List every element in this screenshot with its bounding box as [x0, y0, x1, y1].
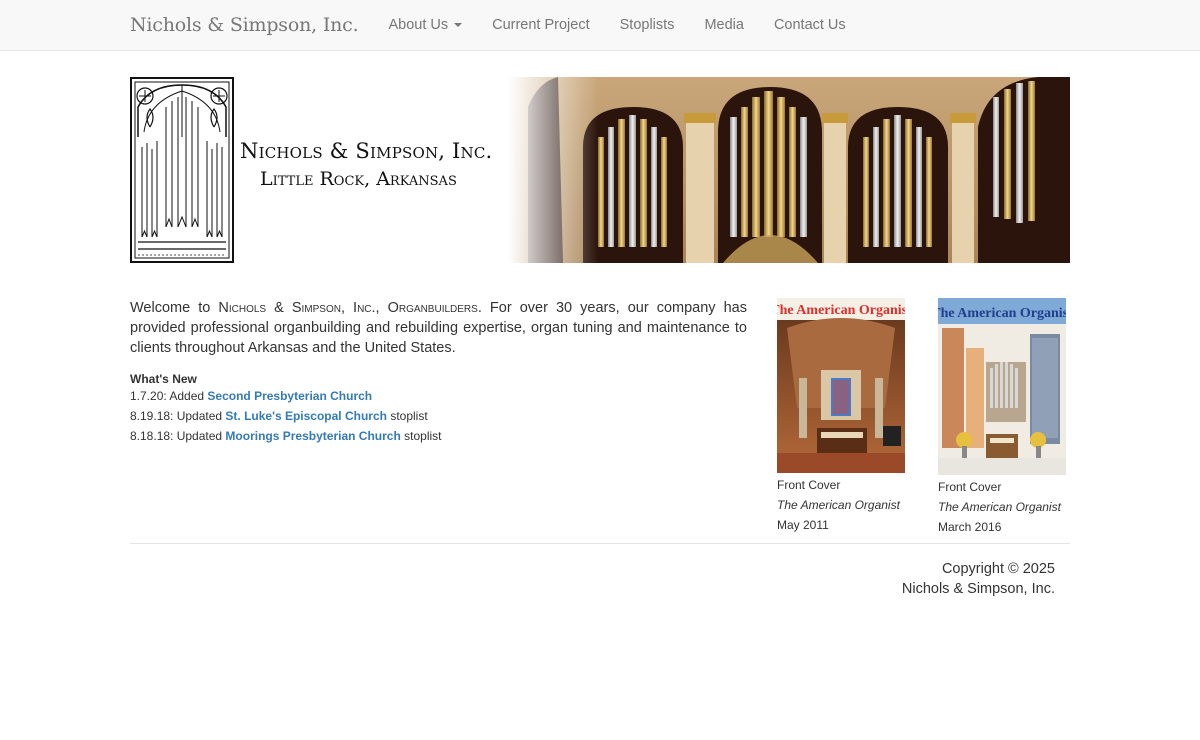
- navbar: Nichols & Simpson, Inc. About Us Current…: [0, 0, 1200, 51]
- organ-photo-icon: [508, 77, 1070, 263]
- footer-copyright: Copyright © 2025: [941, 561, 1055, 577]
- cover-march-2016: The American Organist Front Cover The Am…: [938, 298, 1066, 537]
- organ-logo-icon: [130, 77, 234, 263]
- nav-current-project[interactable]: Current Project: [477, 0, 605, 50]
- news-item: 8.18.18: Updated Moorings Presbyterian C…: [130, 426, 747, 446]
- cover-title-art: The American Organist: [938, 306, 1066, 321]
- news-item-prefix: 8.19.18: Updated: [130, 409, 226, 423]
- banner-company-name: Nichols & Simpson, Inc.: [240, 139, 493, 163]
- news-item-suffix: stoplist: [386, 409, 428, 423]
- banner-location: Little Rock, Arkansas: [260, 168, 457, 190]
- caret-down-icon: [454, 23, 463, 27]
- cover-caption-date: March 2016: [938, 520, 1002, 534]
- welcome-text: Welcome to Nichols & Simpson, Inc., Orga…: [130, 298, 747, 358]
- brand-link[interactable]: Nichols & Simpson, Inc.: [130, 14, 359, 36]
- news-item: 1.7.20: Added Second Presbyterian Church: [130, 386, 747, 406]
- cover-caption-line1: Front Cover: [777, 478, 841, 492]
- cover-caption: Front Cover The American Organist March …: [938, 477, 1066, 537]
- cover-caption-magazine: The American Organist: [938, 500, 1061, 514]
- cover-caption-line1: Front Cover: [938, 480, 1002, 494]
- header-banner: Nichols & Simpson, Inc. Little Rock, Ark…: [130, 77, 1070, 263]
- cover-caption-date: May 2011: [777, 518, 829, 532]
- footer-company: Nichols & Simpson, Inc.: [901, 581, 1055, 597]
- news-link-st-lukes[interactable]: St. Luke's Episcopal Church: [225, 409, 387, 423]
- welcome-company: Nichols & Simpson, Inc., Organbuilders: [218, 300, 478, 316]
- cover-may-2011: The American Organist Front Cover The Am…: [777, 298, 905, 535]
- banner-organ-photo: [508, 77, 1070, 263]
- footer-divider: [130, 543, 1070, 544]
- banner-logo: Nichols & Simpson, Inc. Little Rock, Ark…: [130, 77, 508, 263]
- whats-new-heading: What's New: [130, 372, 197, 386]
- news-link-second-presbyterian[interactable]: Second Presbyterian Church: [207, 389, 372, 403]
- nav-container: Nichols & Simpson, Inc. About Us Current…: [130, 0, 861, 50]
- news-link-moorings[interactable]: Moorings Presbyterian Church: [225, 429, 400, 443]
- nav-about-us-label: About Us: [388, 17, 449, 33]
- footer: Copyright © 2025 Nichols & Simpson, Inc.: [902, 559, 1055, 599]
- cover-caption: Front Cover The American Organist May 20…: [777, 475, 905, 535]
- news-item-prefix: 1.7.20: Added: [130, 389, 208, 403]
- nav-media[interactable]: Media: [689, 0, 759, 50]
- news-item: 8.19.18: Updated St. Luke's Episcopal Ch…: [130, 406, 747, 426]
- nav-stoplists[interactable]: Stoplists: [605, 0, 690, 50]
- main-content: Welcome to Nichols & Simpson, Inc., Orga…: [130, 298, 747, 446]
- nav-about-us[interactable]: About Us: [373, 0, 477, 50]
- news-item-suffix: stoplist: [400, 429, 442, 443]
- nav-contact-us[interactable]: Contact Us: [759, 0, 861, 50]
- cover-image-march-2016[interactable]: The American Organist: [938, 298, 1066, 475]
- welcome-prefix: Welcome to: [130, 300, 219, 316]
- news-item-prefix: 8.18.18: Updated: [130, 429, 226, 443]
- magazine-cover-icon: The American Organist: [777, 298, 905, 473]
- magazine-cover-icon: The American Organist: [938, 298, 1066, 475]
- cover-image-may-2011[interactable]: The American Organist: [777, 298, 905, 473]
- cover-title-art: The American Organist: [777, 303, 905, 318]
- cover-caption-magazine: The American Organist: [777, 498, 900, 512]
